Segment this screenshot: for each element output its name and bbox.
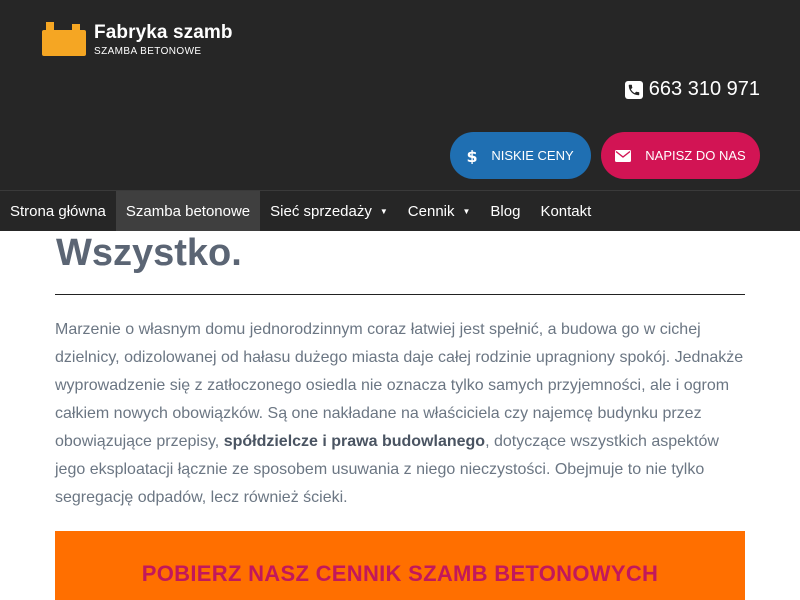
download-price-list-label: POBIERZ NASZ CENNIK SZAMB BETONOWYCH xyxy=(141,561,659,586)
site-title: Fabryka szamb xyxy=(94,22,233,43)
write-to-us-button[interactable]: NAPISZ DO NAS xyxy=(601,132,760,179)
body-paragraph: Marzenie o własnym domu jednorodzinnym c… xyxy=(55,316,747,512)
write-to-us-label: NAPISZ DO NAS xyxy=(645,148,746,163)
nav-item-label: Strona główna xyxy=(10,202,106,220)
nav-item-sales-network[interactable]: Sieć sprzedaży ▼ xyxy=(260,191,398,231)
nav-item-pricing[interactable]: Cennik ▼ xyxy=(398,191,481,231)
caret-down-icon: ▼ xyxy=(462,206,471,216)
main-nav: Strona główna Szamba betonowe Sieć sprze… xyxy=(0,190,800,231)
nav-item-home[interactable]: Strona główna xyxy=(0,191,116,231)
low-prices-label: NISKIE CENY xyxy=(491,148,574,163)
download-price-list-banner[interactable]: POBIERZ NASZ CENNIK SZAMB BETONOWYCH xyxy=(55,531,745,600)
phone-number: 663 310 971 xyxy=(648,78,760,100)
nav-item-concrete-tanks[interactable]: Szamba betonowe xyxy=(115,191,261,231)
paragraph-bold-text: spółdzielcze i prawa budowlanego xyxy=(223,433,486,450)
nav-item-label: Blog xyxy=(490,202,521,220)
envelope-icon xyxy=(615,149,632,162)
svg-text:$: $ xyxy=(467,148,477,164)
nav-item-contact[interactable]: Kontakt xyxy=(530,191,601,231)
nav-item-label: Sieć sprzedaży xyxy=(270,202,372,220)
low-prices-button[interactable]: $ NISKIE CENY xyxy=(450,132,591,179)
septic-tank-icon xyxy=(42,22,86,56)
dollar-icon: $ xyxy=(467,148,477,164)
nav-item-label: Cennik xyxy=(407,202,455,220)
nav-item-blog[interactable]: Blog xyxy=(480,191,530,231)
logo[interactable]: Fabryka szamb SZAMBA BETONOWE xyxy=(42,22,233,59)
logo-text: Fabryka szamb SZAMBA BETONOWE xyxy=(94,22,233,59)
phone-link[interactable]: 663 310 971 xyxy=(624,78,760,101)
section-heading: Wszystko. xyxy=(56,232,242,274)
nav-item-label: Szamba betonowe xyxy=(125,202,251,220)
phone-icon xyxy=(624,80,643,99)
divider xyxy=(55,294,745,295)
nav-item-label: Kontakt xyxy=(540,202,592,220)
paragraph-text: Marzenie o własnym domu jednorodzinnym c… xyxy=(55,321,744,450)
site-header: Fabryka szamb SZAMBA BETONOWE 663 310 97… xyxy=(0,0,800,190)
caret-down-icon: ▼ xyxy=(379,206,388,216)
site-subtitle: SZAMBA BETONOWE xyxy=(94,46,202,57)
